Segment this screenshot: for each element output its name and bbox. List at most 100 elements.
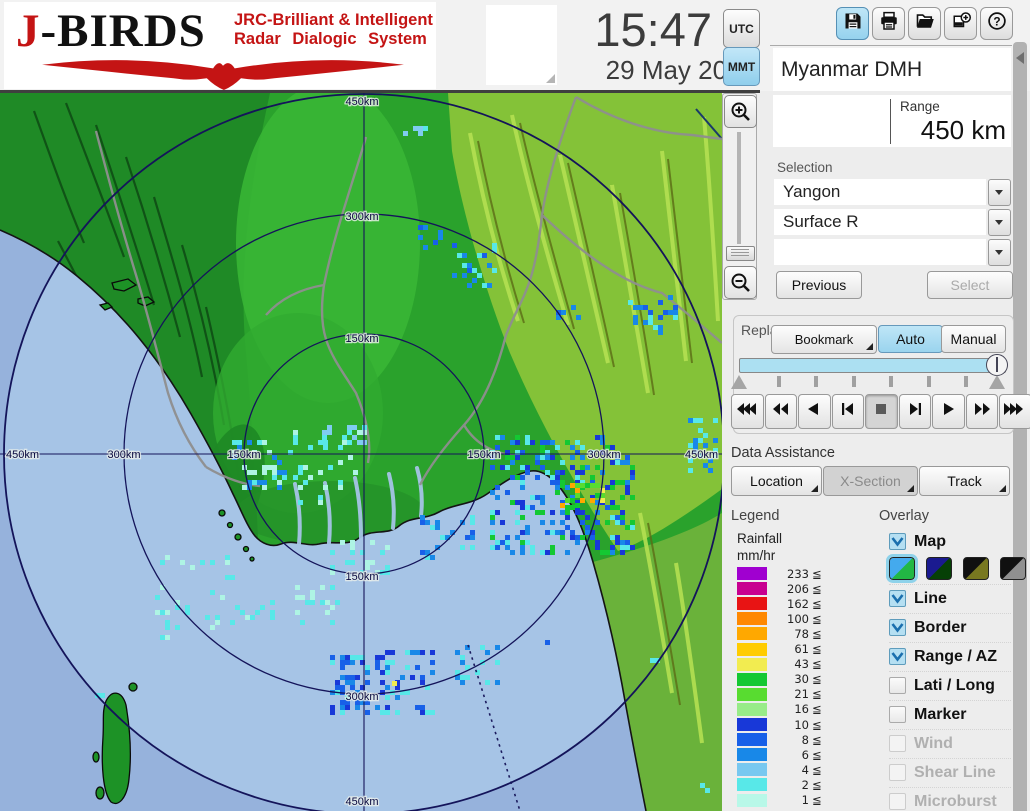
map-checkbox[interactable] [889, 533, 906, 550]
zoom-out-button[interactable] [724, 266, 757, 299]
legend-value: 206 [787, 581, 809, 596]
legend-value: 10 [794, 717, 809, 732]
timezone-utc-button[interactable]: UTC [723, 9, 760, 48]
range-az-checkbox[interactable] [889, 648, 906, 665]
step-forward-icon [903, 402, 927, 421]
overlay-row-shear-line: Shear Line [889, 758, 1011, 786]
product-dropdown-arrow-icon[interactable] [988, 209, 1011, 236]
map-style-olive-swatch[interactable] [963, 557, 989, 580]
select-button[interactable]: Select [927, 271, 1013, 299]
fast-rewind-button[interactable] [764, 394, 797, 429]
previous-button[interactable]: Previous [776, 271, 862, 299]
legend-operator: ≦ [812, 747, 822, 762]
site-dropdown-arrow-icon[interactable] [988, 179, 1011, 206]
timezone-mmt-button[interactable]: MMT [723, 47, 760, 86]
product-dropdown[interactable]: Surface R [774, 209, 986, 235]
magnifier-minus-icon [731, 273, 750, 292]
capture-button[interactable] [944, 7, 977, 40]
track-button[interactable]: Track [919, 466, 1010, 496]
site-dropdown[interactable]: Yangon [774, 179, 986, 205]
zoom-slider-handle[interactable] [726, 246, 755, 261]
stop-button[interactable] [865, 394, 898, 429]
legend-row: 1 ≦ [737, 793, 827, 808]
bookmark-button[interactable]: Bookmark [771, 325, 877, 354]
printer-icon [879, 11, 899, 36]
x-section-button[interactable]: X-Section [823, 466, 918, 496]
zoom-slider-track[interactable] [737, 132, 741, 244]
legend-row: 2 ≦ [737, 777, 827, 792]
overlay-label: Overlay [879, 508, 929, 524]
overlay-row-marker: Marker [889, 700, 1011, 728]
radar-map[interactable]: 450km 300km 150km 150km 300km 450km 450km 300km… [0, 93, 725, 811]
range-value: 450 km [920, 115, 1006, 145]
range-ring-label: 150km [467, 449, 500, 461]
auto-button[interactable]: Auto [878, 325, 943, 353]
option-dropdown[interactable] [774, 239, 986, 265]
collapse-arrow-icon[interactable] [1016, 52, 1024, 64]
slider-start-marker[interactable] [731, 375, 747, 389]
overlay-row-wind: Wind [889, 729, 1011, 757]
legend-operator: ≦ [812, 611, 822, 626]
save-button[interactable] [836, 7, 869, 40]
zoom-in-button[interactable] [724, 95, 757, 128]
legend-operator: ≦ [812, 642, 822, 656]
range-ring-label: 450km [6, 449, 39, 461]
replay-slider-handle[interactable] [986, 354, 1008, 376]
legend-value: 30 [794, 672, 809, 687]
map-style-gray-swatch[interactable] [1000, 557, 1026, 580]
legend-value: 2 [801, 777, 809, 792]
legend-row: 162 ≦ [737, 596, 827, 611]
help-button[interactable]: ? [980, 7, 1013, 40]
range-ring-label: 300km [345, 691, 378, 703]
overlay-item-label: Wind [914, 734, 953, 752]
open-button[interactable] [908, 7, 941, 40]
microburst-checkbox [889, 793, 906, 810]
check-icon [891, 537, 904, 547]
location-button[interactable]: Location [731, 466, 822, 496]
step-forward-button[interactable] [898, 394, 931, 429]
overlay-row-range-az: Range / AZ [889, 642, 1011, 670]
selection-label: Selection [777, 160, 833, 175]
legend-operator: ≦ [812, 657, 822, 672]
fast-forward-button[interactable] [965, 394, 998, 429]
jump-start-button[interactable] [731, 394, 764, 429]
slider-tick [777, 376, 781, 387]
slider-tick [926, 376, 931, 387]
slider-end-marker[interactable] [989, 375, 1005, 389]
play-reverse-button[interactable] [798, 394, 831, 429]
legend-color-swatch [737, 793, 767, 807]
legend-row: 206 ≦ [737, 581, 827, 596]
border-checkbox[interactable] [889, 619, 906, 636]
map-style-day-swatch[interactable] [886, 554, 918, 583]
jump-end-button[interactable] [999, 394, 1030, 429]
marker-checkbox[interactable] [889, 706, 906, 723]
map-style-night-swatch[interactable] [926, 557, 952, 580]
overlay-item-label: Lati / Long [914, 676, 995, 694]
range-label: Range [900, 99, 940, 114]
range-ring-label: 450km [685, 449, 718, 461]
manual-button[interactable]: Manual [941, 325, 1006, 353]
legend-color-swatch [737, 718, 767, 731]
legend-row: 78 ≦ [737, 626, 827, 641]
app-logo: J-BIRDS JRC-Brilliant & Intelligent Rada… [4, 2, 436, 90]
range-ring-label: 300km [107, 449, 140, 461]
step-back-button[interactable] [831, 394, 864, 429]
play-button[interactable] [932, 394, 965, 429]
legend-operator: ≦ [812, 672, 822, 687]
range-ring-label: 150km [345, 571, 378, 583]
legend-color-swatch [737, 763, 767, 777]
replay-slider-track[interactable] [739, 358, 1006, 373]
legend-operator: ≦ [812, 596, 822, 611]
overlay-row-microburst: Microburst [889, 787, 1011, 811]
option-dropdown-arrow-icon[interactable] [988, 239, 1011, 266]
legend-operator: ≦ [812, 687, 822, 702]
range-ring-label: 450km [345, 96, 378, 108]
print-button[interactable] [872, 7, 905, 40]
line-checkbox[interactable] [889, 590, 906, 607]
legend-value: 61 [794, 642, 809, 656]
legend-operator: ≦ [812, 566, 822, 581]
legend-color-swatch [737, 733, 767, 747]
lati-long-checkbox[interactable] [889, 677, 906, 694]
slider-tick [851, 376, 856, 387]
add-image-icon [951, 11, 971, 36]
